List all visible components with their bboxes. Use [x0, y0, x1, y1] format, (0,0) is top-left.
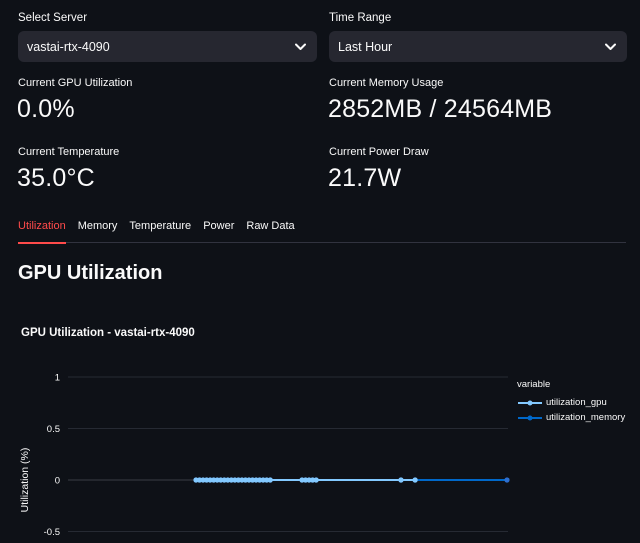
tab-utilization[interactable]: Utilization: [18, 217, 66, 244]
data-point[interactable]: [398, 477, 404, 483]
y-axis-label: Utilization (%): [19, 448, 31, 513]
y-tick-label: 0.5: [47, 424, 60, 435]
chevron-down-icon: [293, 40, 307, 54]
time-range-label: Time Range: [329, 12, 392, 24]
memory-metric-value: 2852MB / 24564MB: [328, 95, 553, 123]
y-tick-label: 0: [55, 476, 60, 487]
legend-title: variable: [517, 379, 551, 390]
y-tick-label: -0.5: [44, 527, 60, 538]
legend-swatch-utilization-memory: [518, 415, 542, 420]
gpu-util-metric-label: Current GPU Utilization: [18, 77, 133, 89]
time-range-select[interactable]: Last Hour: [329, 31, 627, 62]
temperature-metric-label: Current Temperature: [18, 146, 120, 158]
legend-item-utilization-gpu[interactable]: utilization_gpu: [517, 395, 625, 410]
chart-y-ticks: 1 0.5 0 -0.5: [44, 373, 60, 539]
tab-memory[interactable]: Memory: [78, 217, 118, 243]
temperature-metric-value: 35.0°C: [17, 164, 95, 192]
tab-power[interactable]: Power: [203, 217, 234, 243]
tab-temperature[interactable]: Temperature: [129, 217, 191, 243]
chart-title: GPU Utilization - vastai-rtx-4090: [21, 327, 195, 339]
chart-grid: [68, 376, 508, 532]
data-point[interactable]: [267, 477, 273, 483]
chart-series: [193, 477, 510, 483]
chart-legend: variable utilization_gpu utilization_mem…: [517, 379, 625, 425]
chevron-down-icon: [603, 40, 617, 54]
legend-item-utilization-memory[interactable]: utilization_memory: [517, 410, 625, 425]
legend-label-utilization-memory: utilization_memory: [546, 412, 626, 423]
data-point[interactable]: [313, 477, 319, 483]
time-range-value: Last Hour: [338, 39, 393, 54]
server-select-value: vastai-rtx-4090: [27, 39, 110, 54]
y-tick-label: 1: [55, 373, 60, 384]
section-title: GPU Utilization: [18, 262, 163, 284]
legend-swatch-utilization-gpu: [518, 400, 542, 405]
legend-label-utilization-gpu: utilization_gpu: [546, 397, 607, 408]
gpu-util-metric-value: 0.0%: [17, 95, 75, 123]
memory-metric-label: Current Memory Usage: [329, 77, 444, 89]
power-metric-label: Current Power Draw: [329, 146, 429, 158]
server-select[interactable]: vastai-rtx-4090: [18, 31, 317, 62]
tab-raw-data[interactable]: Raw Data: [246, 217, 294, 243]
tab-bar: Utilization Memory Temperature Power Raw…: [18, 217, 626, 244]
server-select-label: Select Server: [18, 12, 88, 24]
data-point[interactable]: [412, 477, 418, 483]
power-metric-value: 21.7W: [328, 164, 402, 192]
data-point[interactable]: [504, 477, 510, 483]
app-root: Select Server vastai-rtx-4090 Time Range…: [0, 0, 640, 543]
